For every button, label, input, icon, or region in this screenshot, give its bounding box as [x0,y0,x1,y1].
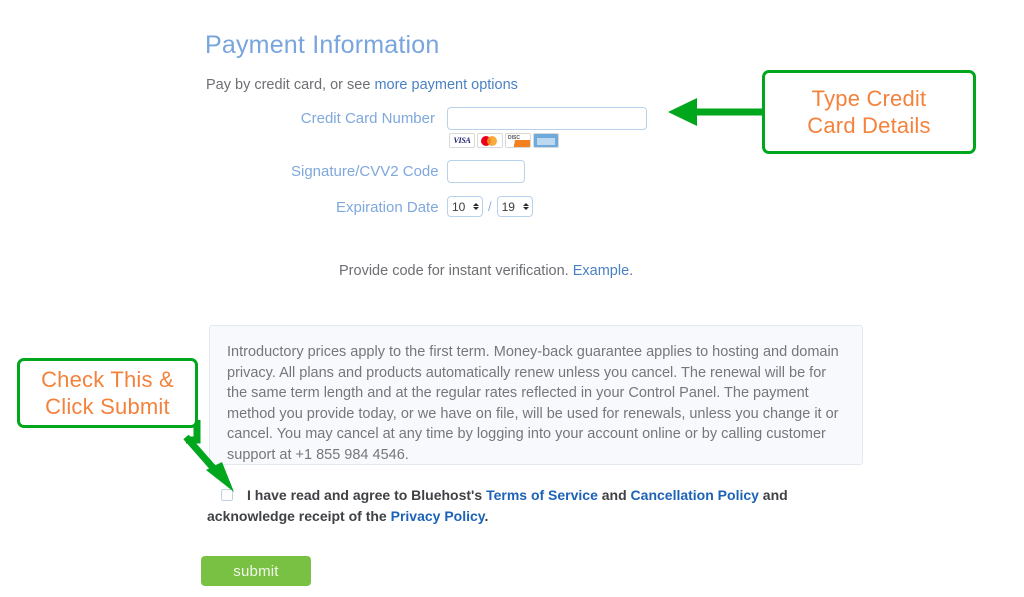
expiration-date-row: Expiration Date 10 / 19 [336,196,533,217]
expiration-year-value: 19 [501,199,515,214]
expiration-month-value: 10 [452,199,466,214]
submit-button[interactable]: submit [201,556,311,586]
discover-logo: DISC [505,133,531,148]
subtitle-text: Pay by credit card, or see [206,77,375,93]
expiration-month-select[interactable]: 10 [447,196,483,217]
annotation-line-2: Card Details [807,113,931,138]
verification-suffix: . [629,263,634,279]
agreement-text-2: and [597,487,631,503]
spinner-arrows-icon[interactable] [522,202,529,211]
amex-logo [533,133,559,148]
expiration-date-group: 10 / 19 [447,196,533,217]
annotation-check-this-and-click-submit: Check This & Click Submit [17,358,198,428]
credit-card-number-label: Credit Card Number [300,110,435,127]
verification-text: Provide code for instant verification. [339,263,573,279]
expiration-separator: / [488,199,492,214]
payment-subtitle: Pay by credit card, or see more payment … [206,77,518,93]
spinner-arrows-icon[interactable] [473,202,479,211]
example-link[interactable]: Example [573,263,629,279]
terms-disclosure-panel: Introductory prices apply to the first t… [209,325,863,465]
agreement-checkbox[interactable] [221,489,233,501]
agreement-text-1: I have read and agree to Bluehost's [247,487,487,503]
cvv-row: Signature/CVV2 Code [291,160,525,183]
credit-card-number-input[interactable] [447,107,647,130]
annotation-line-2: Click Submit [45,394,170,419]
cvv-input[interactable] [447,160,525,183]
visa-logo: VISA [449,133,475,148]
cancellation-policy-link[interactable]: Cancellation Policy [631,487,759,503]
annotation-line-1: Check This & [41,367,174,392]
annotation-line-1: Type Credit [811,86,927,111]
more-payment-options-link[interactable]: more payment options [374,77,517,93]
mastercard-logo [477,133,503,148]
terms-disclosure-text: Introductory prices apply to the first t… [227,344,839,463]
payment-page: Payment Information Pay by credit card, … [0,0,1024,597]
expiration-year-select[interactable]: 19 [496,196,533,217]
credit-card-number-row: Credit Card Number [299,107,647,130]
annotation-type-credit-card-details: Type Credit Card Details [762,70,976,154]
agreement-block: I have read and agree to Bluehost's Term… [207,485,807,527]
page-title: Payment Information [205,31,440,59]
privacy-policy-link[interactable]: Privacy Policy [391,508,485,524]
cvv-label: Signature/CVV2 Code [291,163,439,180]
expiration-date-label: Expiration Date [336,199,439,216]
terms-of-service-link[interactable]: Terms of Service [486,487,598,503]
agreement-text-4: . [484,508,489,524]
accepted-card-logos: VISA DISC [449,133,559,148]
verification-note: Provide code for instant verification. E… [339,263,633,279]
